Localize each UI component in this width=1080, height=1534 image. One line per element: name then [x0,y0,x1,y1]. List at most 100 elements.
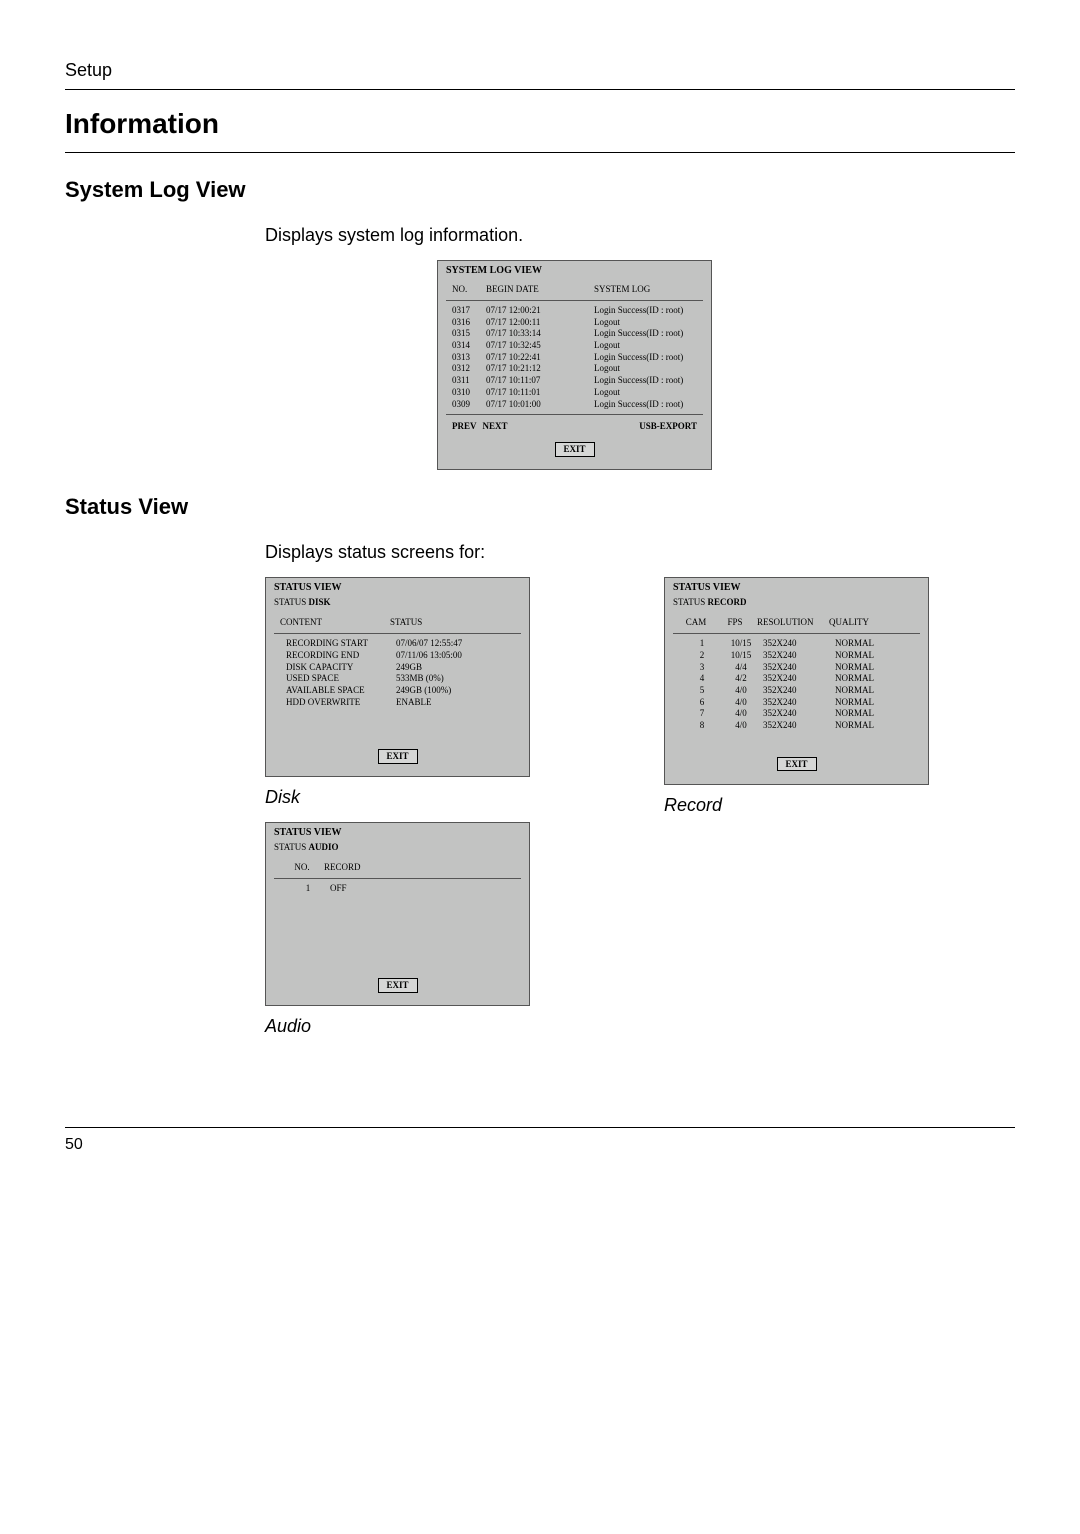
cell-quality: NORMAL [835,673,908,685]
cell-resolution: 352X240 [763,708,835,720]
table-row: 1OFF [280,883,515,895]
cell-status: 249GB (100%) [396,685,509,697]
col-content: CONTENT [280,617,390,627]
col-resolution: RESOLUTION [757,617,829,627]
sub-label: STATUS [673,597,705,607]
sub-value: RECORD [708,597,747,607]
page-header: Setup [65,60,1015,81]
cell-resolution: 352X240 [763,673,835,685]
cell-no: 0314 [452,340,486,352]
cell-msg: Logout [594,317,697,329]
cell-content: USED SPACE [286,673,396,685]
cell-msg: Login Success(ID : root) [594,399,697,411]
cell-date: 07/17 10:11:07 [486,375,594,387]
col-record: RECORD [324,862,515,872]
cell-content: AVAILABLE SPACE [286,685,396,697]
cell-fps: 10/15 [719,650,763,662]
table-row: 110/15352X240NORMAL [679,638,914,650]
col-date: BEGIN DATE [486,284,594,294]
cell-fps: 4/2 [719,673,763,685]
col-msg: SYSTEM LOG [594,284,697,294]
table-row: 64/0352X240NORMAL [679,697,914,709]
cell-status: 249GB [396,662,509,674]
cell-cam: 3 [685,662,719,674]
usb-export-button[interactable]: USB-EXPORT [639,421,697,431]
heading-information: Information [65,108,1015,140]
cell-fps: 4/4 [719,662,763,674]
exit-button[interactable]: EXIT [777,757,817,772]
table-row: 84/0352X240NORMAL [679,720,914,732]
cell-resolution: 352X240 [763,662,835,674]
caption-audio: Audio [265,1016,616,1037]
cell-no: 1 [286,883,330,895]
divider [65,89,1015,90]
cell-no: 0313 [452,352,486,364]
cell-status: 07/06/07 12:55:47 [396,638,509,650]
cell-cam: 2 [685,650,719,662]
sub-label: STATUS [274,597,306,607]
panel-title: STATUS VIEW [266,823,529,842]
table-row: 54/0352X240NORMAL [679,685,914,697]
cell-date: 07/17 10:22:41 [486,352,594,364]
page-number: 50 [65,1136,1015,1154]
cell-record: OFF [330,883,509,895]
exit-button[interactable]: EXIT [378,749,418,764]
next-button[interactable]: NEXT [483,421,508,431]
cell-cam: 1 [685,638,719,650]
cell-fps: 4/0 [719,720,763,732]
cell-fps: 4/0 [719,708,763,720]
cell-resolution: 352X240 [763,638,835,650]
col-status: STATUS [390,617,515,627]
cell-date: 07/17 10:32:45 [486,340,594,352]
cell-no: 0312 [452,363,486,375]
exit-button[interactable]: EXIT [555,442,595,457]
cell-msg: Logout [594,340,697,352]
log-row: 031307/17 10:22:41Login Success(ID : roo… [446,352,703,364]
panel-title: STATUS VIEW [266,578,529,597]
caption-disk: Disk [265,787,616,808]
sub-value: DISK [309,597,331,607]
cell-content: RECORDING END [286,650,396,662]
exit-button[interactable]: EXIT [378,978,418,993]
cell-msg: Login Success(ID : root) [594,305,697,317]
status-description: Displays status screens for: [265,542,1015,563]
cell-fps: 10/15 [719,638,763,650]
heading-status-view: Status View [65,494,1015,520]
cell-msg: Logout [594,363,697,375]
status-record-panel: STATUS VIEW STATUS RECORD CAM FPS RESOLU… [664,577,929,785]
cell-content: HDD OVERWRITE [286,697,396,709]
sub-label: STATUS [274,842,306,852]
cell-status: 07/11/06 13:05:00 [396,650,509,662]
cell-date: 07/17 12:00:11 [486,317,594,329]
table-row: RECORDING END07/11/06 13:05:00 [280,650,515,662]
cell-resolution: 352X240 [763,685,835,697]
cell-fps: 4/0 [719,685,763,697]
divider [65,1127,1015,1128]
cell-date: 07/17 10:01:00 [486,399,594,411]
prev-button[interactable]: PREV [452,421,477,431]
col-fps: FPS [713,617,757,627]
cell-quality: NORMAL [835,685,908,697]
cell-cam: 7 [685,708,719,720]
cell-date: 07/17 10:11:01 [486,387,594,399]
cell-resolution: 352X240 [763,697,835,709]
log-row: 030907/17 10:01:00Login Success(ID : roo… [446,399,703,411]
cell-no: 0316 [452,317,486,329]
col-quality: QUALITY [829,617,914,627]
cell-resolution: 352X240 [763,720,835,732]
cell-date: 07/17 10:21:12 [486,363,594,375]
cell-no: 0309 [452,399,486,411]
cell-msg: Login Success(ID : root) [594,375,697,387]
log-row: 031207/17 10:21:12Logout [446,363,703,375]
panel-title: SYSTEM LOG VIEW [438,261,711,280]
cell-no: 0310 [452,387,486,399]
table-row: 210/15352X240NORMAL [679,650,914,662]
col-no: NO. [280,862,324,872]
cell-no: 0315 [452,328,486,340]
cell-quality: NORMAL [835,708,908,720]
table-row: AVAILABLE SPACE249GB (100%) [280,685,515,697]
cell-status: 533MB (0%) [396,673,509,685]
heading-system-log-view: System Log View [65,177,1015,203]
cell-cam: 8 [685,720,719,732]
cell-no: 0317 [452,305,486,317]
